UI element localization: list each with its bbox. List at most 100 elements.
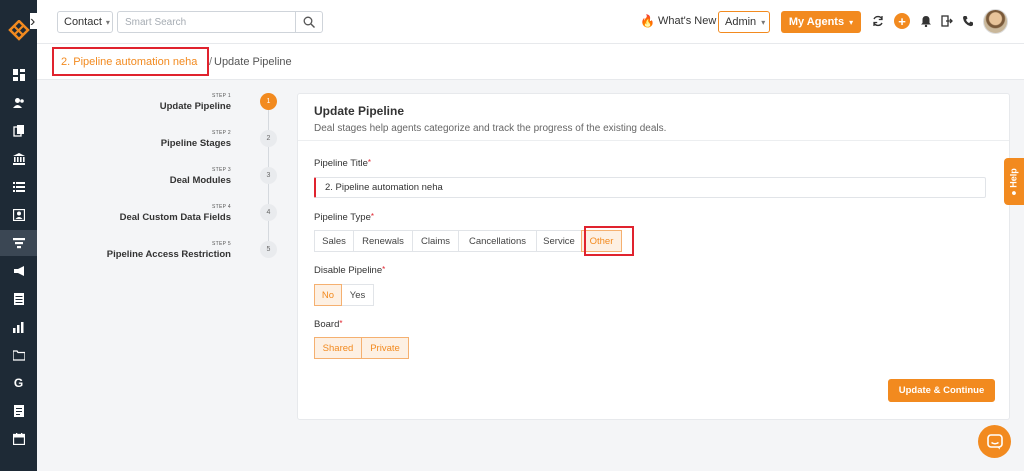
documents-icon[interactable] bbox=[0, 118, 37, 144]
pipeline-type-service[interactable]: Service bbox=[536, 230, 582, 252]
calendar-icon[interactable] bbox=[0, 426, 37, 452]
card-subtitle: Deal stages help agents categorize and t… bbox=[314, 123, 667, 134]
search-button[interactable] bbox=[295, 12, 322, 32]
step-number-label: STEP 4 bbox=[212, 204, 231, 210]
selection-highlight-box bbox=[584, 226, 634, 256]
phone-icon[interactable] bbox=[961, 14, 975, 28]
step-indicator-3[interactable]: 3 bbox=[260, 167, 277, 184]
required-mark: * bbox=[382, 265, 386, 274]
search-icon bbox=[303, 16, 315, 28]
bank-icon[interactable] bbox=[0, 146, 37, 172]
step-title: Pipeline Stages bbox=[160, 138, 231, 149]
step-indicator-5[interactable]: 5 bbox=[260, 241, 277, 258]
disable-pipeline-label: Disable Pipeline* bbox=[314, 265, 385, 276]
update-pipeline-card: Update Pipeline Deal stages help agents … bbox=[297, 93, 1010, 420]
help-tab-label: ● Help bbox=[1009, 168, 1019, 195]
disable-pipeline-label-text: Disable Pipeline bbox=[314, 265, 383, 276]
chat-launcher-button[interactable] bbox=[978, 425, 1011, 458]
dashboard-icon[interactable] bbox=[0, 62, 37, 88]
step-3[interactable]: STEP 3 Deal Modules bbox=[170, 167, 231, 186]
module-select[interactable]: Contact ▾ bbox=[57, 11, 113, 33]
step-1[interactable]: STEP 1 Update Pipeline bbox=[160, 93, 231, 112]
chevron-down-icon: ▾ bbox=[849, 17, 854, 27]
list-icon[interactable] bbox=[0, 174, 37, 200]
table-icon[interactable] bbox=[0, 286, 37, 312]
card-header: Update Pipeline Deal stages help agents … bbox=[298, 94, 1009, 141]
pipeline-type-sales[interactable]: Sales bbox=[314, 230, 354, 252]
pipeline-title-label-text: Pipeline Title bbox=[314, 158, 368, 169]
module-select-value: Contact bbox=[64, 16, 102, 28]
disable-option-yes[interactable]: Yes bbox=[341, 284, 374, 306]
board-label-text: Board bbox=[314, 319, 340, 330]
step-title: Deal Modules bbox=[169, 175, 231, 186]
reports-icon[interactable] bbox=[0, 314, 37, 340]
pipeline-title-input[interactable] bbox=[314, 177, 986, 198]
my-agents-label: My Agents bbox=[788, 16, 845, 28]
pipeline-type-segment: Sales Renewals Claims Cancellations Serv… bbox=[314, 230, 622, 252]
step-5[interactable]: STEP 5 Pipeline Access Restriction bbox=[107, 241, 231, 260]
step-indicator-4[interactable]: 4 bbox=[260, 204, 277, 221]
chevron-down-icon: ▾ bbox=[105, 17, 110, 27]
board-option-private[interactable]: Private bbox=[361, 337, 409, 359]
sidebar: G bbox=[0, 0, 37, 471]
required-mark: * bbox=[339, 319, 343, 328]
breadcrumb: 2. Pipeline automation neha / Update Pip… bbox=[37, 44, 1024, 80]
role-select[interactable]: Admin ▾ bbox=[718, 11, 770, 33]
step-title: Update Pipeline bbox=[159, 101, 231, 112]
required-mark: * bbox=[367, 158, 371, 167]
add-button[interactable]: + bbox=[894, 13, 910, 29]
board-segment: Shared Private bbox=[314, 337, 409, 359]
contacts-icon[interactable] bbox=[0, 90, 37, 116]
notes-icon[interactable] bbox=[0, 398, 37, 424]
app-logo[interactable] bbox=[8, 19, 30, 44]
update-continue-button[interactable]: Update & Continue bbox=[888, 379, 995, 402]
step-number-label: STEP 1 bbox=[212, 93, 231, 99]
board-option-shared[interactable]: Shared bbox=[314, 337, 362, 359]
google-icon[interactable]: G bbox=[0, 370, 37, 396]
bell-icon[interactable] bbox=[919, 14, 933, 28]
disable-pipeline-segment: No Yes bbox=[314, 284, 374, 306]
pipeline-type-label: Pipeline Type* bbox=[314, 212, 374, 223]
megaphone-icon[interactable] bbox=[0, 258, 37, 284]
help-icon: ● bbox=[1009, 187, 1020, 196]
refresh-icon[interactable] bbox=[871, 14, 885, 28]
chevron-right-icon: › bbox=[30, 13, 36, 30]
role-select-value: Admin bbox=[725, 16, 757, 28]
step-number-label: STEP 3 bbox=[212, 167, 231, 173]
breadcrumb-current: Update Pipeline bbox=[214, 56, 292, 68]
pipeline-title-label: Pipeline Title* bbox=[314, 158, 371, 169]
pipeline-type-renewals[interactable]: Renewals bbox=[353, 230, 413, 252]
breadcrumb-parent-link[interactable]: 2. Pipeline automation neha bbox=[52, 47, 209, 76]
my-agents-button[interactable]: My Agents ▾ bbox=[781, 11, 861, 33]
step-4[interactable]: STEP 4 Deal Custom Data Fields bbox=[120, 204, 231, 223]
avatar[interactable] bbox=[983, 9, 1008, 34]
folder-icon[interactable] bbox=[0, 342, 37, 368]
pipeline-type-claims[interactable]: Claims bbox=[412, 230, 459, 252]
step-indicator-2[interactable]: 2 bbox=[260, 130, 277, 147]
breadcrumb-separator: / bbox=[209, 56, 213, 68]
step-title: Deal Custom Data Fields bbox=[119, 212, 231, 223]
pipeline-icon[interactable] bbox=[0, 230, 37, 256]
pipeline-type-label-text: Pipeline Type bbox=[314, 212, 371, 223]
board-label: Board* bbox=[314, 319, 342, 330]
help-label: Help bbox=[1009, 167, 1020, 188]
logout-icon[interactable] bbox=[940, 14, 954, 28]
chevron-down-icon: ▾ bbox=[761, 17, 766, 27]
disable-option-no[interactable]: No bbox=[314, 284, 342, 306]
flame-icon: 🔥 bbox=[640, 14, 655, 28]
whats-new-link[interactable]: 🔥 What's New bbox=[640, 14, 716, 28]
step-number-label: STEP 2 bbox=[212, 130, 231, 136]
help-tab[interactable]: ● Help bbox=[1004, 158, 1024, 205]
step-title: Pipeline Access Restriction bbox=[106, 249, 231, 260]
pipeline-type-cancellations[interactable]: Cancellations bbox=[458, 230, 537, 252]
search-input[interactable] bbox=[118, 12, 296, 32]
plus-icon: + bbox=[898, 13, 906, 29]
chat-icon bbox=[986, 433, 1003, 449]
required-mark: * bbox=[370, 212, 374, 221]
step-2[interactable]: STEP 2 Pipeline Stages bbox=[161, 130, 231, 149]
contact-card-icon[interactable] bbox=[0, 202, 37, 228]
whats-new-label: What's New bbox=[657, 15, 717, 27]
topbar: Contact ▾ 🔥 What's New Admin ▾ My Agents… bbox=[37, 0, 1024, 44]
step-indicator-1[interactable]: 1 bbox=[260, 93, 277, 110]
card-title: Update Pipeline bbox=[314, 104, 405, 118]
